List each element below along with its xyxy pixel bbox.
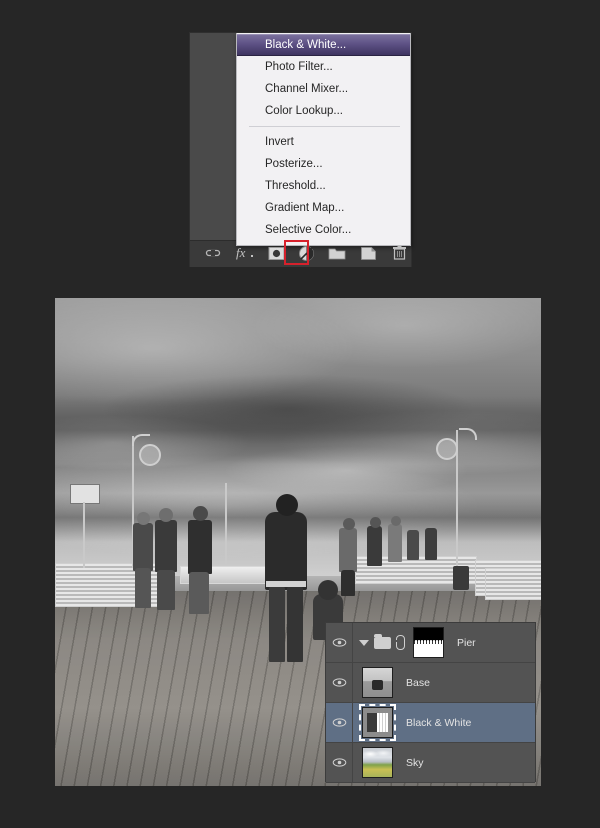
layer-row[interactable]: Sky <box>326 743 535 783</box>
new-layer-icon[interactable] <box>357 240 380 266</box>
layer-thumbnail-area[interactable] <box>353 744 396 781</box>
menu-item-channel-mixer[interactable]: Channel Mixer... <box>237 78 410 100</box>
menu-item-photo-filter[interactable]: Photo Filter... <box>237 56 410 78</box>
layer-name[interactable]: Sky <box>396 757 424 769</box>
pedestrian-4-legs <box>341 570 355 596</box>
folder-icon <box>374 637 391 649</box>
figure-adult-body <box>265 512 307 590</box>
pier-sign <box>70 484 100 504</box>
pedestrian-3-legs <box>189 572 209 614</box>
pedestrian-8-body <box>425 528 437 560</box>
new-group-icon[interactable] <box>326 240 349 266</box>
lamp-head-right <box>436 438 458 460</box>
pedestrian-1-body <box>133 523 153 571</box>
link-layers-icon[interactable] <box>202 240 225 266</box>
pedestrian-7-body <box>407 530 419 560</box>
lamp-head-left <box>139 444 161 466</box>
menu-item-selective-color[interactable]: Selective Color... <box>237 219 410 241</box>
layer-thumbnail[interactable] <box>410 624 447 661</box>
eye-icon <box>332 758 347 767</box>
app-root: Black & White...Photo Filter...Channel M… <box>0 0 600 828</box>
eye-icon <box>332 718 347 727</box>
layer-thumbnail[interactable] <box>359 704 396 741</box>
layer-visibility-toggle[interactable] <box>326 623 353 662</box>
layer-thumbnail-area[interactable] <box>353 664 396 701</box>
pedestrian-4-head <box>343 518 355 530</box>
eye-icon <box>332 638 347 647</box>
eye-icon <box>332 678 347 687</box>
link-icon[interactable] <box>396 635 405 650</box>
menu-item-threshold[interactable]: Threshold... <box>237 175 410 197</box>
layer-name[interactable]: Black & White <box>396 717 471 729</box>
layer-name[interactable]: Pier <box>447 637 476 649</box>
pedestrian-5-body <box>367 526 382 566</box>
figure-adult-leg-right <box>287 586 303 662</box>
menu-separator <box>249 126 400 127</box>
pedestrian-1-legs <box>135 568 151 608</box>
layers-panel[interactable]: Pier Base Black & White Sky <box>325 622 536 782</box>
layer-visibility-toggle[interactable] <box>326 663 353 702</box>
thumbnail-image <box>362 667 393 698</box>
chevron-down-icon[interactable] <box>359 640 369 646</box>
rail-far-right <box>485 568 541 600</box>
layer-row[interactable]: Base <box>326 663 535 703</box>
figure-adult-shirt-hem <box>266 581 306 587</box>
thumbnail-image <box>413 627 444 658</box>
layer-thumbnail-area[interactable] <box>353 624 447 661</box>
menu-item-posterize[interactable]: Posterize... <box>237 153 410 175</box>
layer-visibility-toggle[interactable] <box>326 703 353 742</box>
lamp-post-mid <box>225 483 227 565</box>
new-adjustment-layer-menu[interactable]: Black & White...Photo Filter...Channel M… <box>236 33 411 246</box>
pedestrian-4-body <box>339 528 357 572</box>
figure-child-head <box>318 580 338 600</box>
figure-adult-leg-left <box>269 586 285 662</box>
sign-post <box>83 502 85 568</box>
layer-thumbnail-area[interactable] <box>353 704 396 741</box>
layer-style-fx-icon[interactable]: fx <box>233 240 256 266</box>
pedestrian-3-body <box>188 520 212 574</box>
menu-item-gradient-map[interactable]: Gradient Map... <box>237 197 410 219</box>
pedestrian-6-body <box>388 524 402 562</box>
layer-row[interactable]: Black & White <box>326 703 535 743</box>
pedestrian-2-head <box>159 508 173 522</box>
thumbnail-selection-frame <box>359 704 396 741</box>
pedestrian-6-head <box>391 516 401 526</box>
pedestrian-2-legs <box>157 570 175 610</box>
menu-item-black-white[interactable]: Black & White... <box>237 34 410 56</box>
layer-thumbnail[interactable] <box>359 744 396 781</box>
menu-item-invert[interactable]: Invert <box>237 131 410 153</box>
layer-visibility-toggle[interactable] <box>326 743 353 782</box>
pedestrian-1-head <box>137 512 150 525</box>
svg-text:fx: fx <box>236 245 246 260</box>
pedestrian-5-head <box>370 517 381 528</box>
trash-bin-1 <box>453 566 469 590</box>
layer-thumbnail[interactable] <box>359 664 396 701</box>
adjustment-layer-icon-highlight <box>284 240 309 265</box>
menu-item-color-lookup[interactable]: Color Lookup... <box>237 100 410 122</box>
thumbnail-image <box>362 747 393 778</box>
delete-layer-icon[interactable] <box>388 240 411 266</box>
pedestrian-3-head <box>193 506 208 521</box>
figure-adult-head <box>276 494 298 516</box>
layer-name[interactable]: Base <box>396 677 430 689</box>
pedestrian-2-body <box>155 520 177 572</box>
layer-row[interactable]: Pier <box>326 623 535 663</box>
